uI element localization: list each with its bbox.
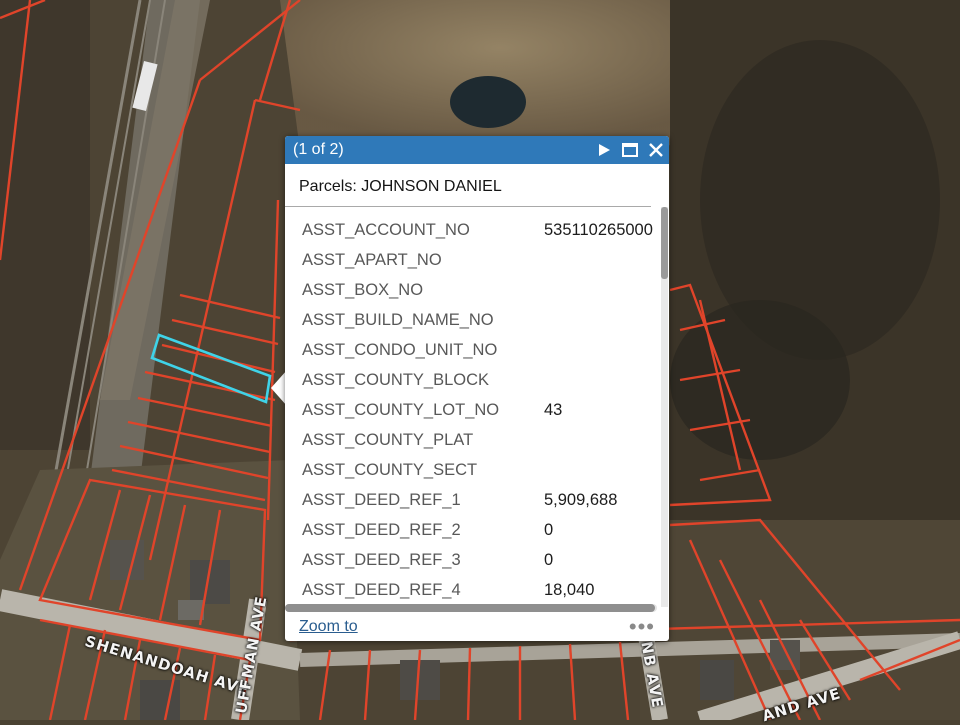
field-value: [544, 365, 653, 395]
field-name: ASST_BUILD_NAME_NO: [302, 310, 494, 329]
attribute-row: ASST_COUNTY_LOT_NO 43: [299, 395, 653, 425]
field-name: ASST_DEED_REF_4: [302, 580, 461, 599]
field-name: ASST_DEED_REF_3: [302, 550, 461, 569]
attribute-table: ASST_ACCOUNT_NO 535110265000 ASST_APART_NO…: [299, 215, 653, 605]
field-value: 535110265000: [544, 220, 653, 239]
attribute-row: ASST_DEED_REF_4 18,040: [299, 575, 653, 605]
close-icon: [649, 143, 663, 157]
field-value: [544, 245, 653, 275]
field-name: ASST_BOX_NO: [302, 280, 424, 299]
field-name: ASST_COUNTY_LOT_NO: [302, 400, 500, 419]
attribute-row: ASST_COUNTY_BLOCK: [299, 365, 653, 395]
field-name: ASST_ACCOUNT_NO: [302, 220, 470, 239]
zoom-to-link[interactable]: Zoom to: [299, 618, 629, 636]
field-value: [544, 425, 653, 455]
attribute-row: ASST_ACCOUNT_NO 535110265000: [299, 215, 653, 245]
attribute-row: ASST_DEED_REF_1 5,909,688: [299, 485, 653, 515]
popup-title: Parcels: JOHNSON DANIEL: [285, 164, 651, 207]
attribute-row: ASST_BUILD_NAME_NO: [299, 305, 653, 335]
vertical-scroll-thumb[interactable]: [661, 207, 668, 279]
field-value: [544, 335, 653, 365]
field-value: 43: [544, 400, 563, 419]
close-button[interactable]: [643, 136, 669, 164]
horizontal-scrollbar[interactable]: [285, 604, 657, 612]
more-options-button[interactable]: •••: [629, 616, 655, 638]
field-value: [544, 455, 653, 485]
field-name: ASST_DEED_REF_2: [302, 520, 461, 539]
maximize-icon: [622, 143, 638, 157]
field-name: ASST_CONDO_UNIT_NO: [302, 340, 498, 359]
maximize-button[interactable]: [617, 136, 643, 164]
attribute-row: ASST_BOX_NO: [299, 275, 653, 305]
next-feature-button[interactable]: [591, 136, 617, 164]
attribute-row: ASST_COUNTY_PLAT: [299, 425, 653, 455]
field-name: ASST_APART_NO: [302, 250, 442, 269]
field-name: ASST_COUNTY_SECT: [302, 460, 478, 479]
field-value: [544, 305, 653, 335]
field-name: ASST_DEED_REF_1: [302, 490, 461, 509]
field-name: ASST_COUNTY_BLOCK: [302, 370, 490, 389]
attribute-row: ASST_DEED_REF_3 0: [299, 545, 653, 575]
field-value: [544, 275, 653, 305]
feature-counter: (1 of 2): [293, 141, 344, 158]
attribute-row: ASST_COUNTY_SECT: [299, 455, 653, 485]
horizontal-scroll-thumb[interactable]: [285, 604, 655, 612]
field-value: 0: [544, 550, 554, 569]
field-value: 0: [544, 520, 554, 539]
popup-header: (1 of 2): [285, 136, 669, 164]
field-name: ASST_COUNTY_PLAT: [302, 430, 474, 449]
play-icon: [599, 144, 610, 156]
identify-popup: (1 of 2) Parcels: JOHNSON DANIEL ASST_AC…: [285, 136, 669, 641]
field-value: 5,909,688: [544, 490, 618, 509]
popup-footer: Zoom to •••: [299, 616, 655, 638]
vertical-scrollbar[interactable]: [661, 207, 668, 607]
attribute-row: ASST_CONDO_UNIT_NO: [299, 335, 653, 365]
attribute-row: ASST_DEED_REF_2 0: [299, 515, 653, 545]
attribute-row: ASST_APART_NO: [299, 245, 653, 275]
attribute-scroll-area[interactable]: ASST_ACCOUNT_NO 535110265000 ASST_APART_NO…: [285, 207, 669, 607]
field-value: 18,040: [544, 580, 595, 599]
